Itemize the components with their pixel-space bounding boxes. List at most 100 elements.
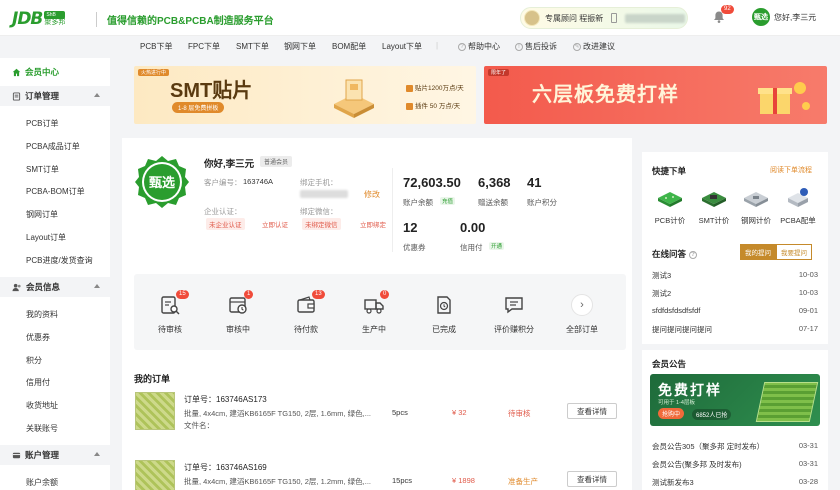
nav-fpc[interactable]: FPC下单 xyxy=(188,41,220,52)
qa-item[interactable]: 提问提问提问提问 07-17 xyxy=(652,324,818,335)
gift-balance-value: 6,368 xyxy=(478,175,511,190)
credit-activate-button[interactable]: 开通 xyxy=(489,242,505,250)
view-details-button[interactable]: 查看详情 xyxy=(567,471,617,487)
order-price: ¥ 32 xyxy=(452,408,467,417)
user-menu[interactable]: 甄选 您好,李三元 xyxy=(752,8,816,26)
view-details-button[interactable]: 查看详情 xyxy=(567,403,617,419)
phone-label: 绑定手机： xyxy=(300,178,338,187)
qa-item[interactable]: 测试2 10-03 xyxy=(652,288,818,299)
qa-tabs: 我的提问 我要提问 xyxy=(740,244,812,260)
quick-pcb-quote[interactable]: PCB计价 xyxy=(650,186,690,226)
sidebar-item-credit[interactable]: 信用付 xyxy=(26,377,50,388)
banner-tag: 限年了 xyxy=(488,69,510,76)
order-thumbnail[interactable] xyxy=(135,460,175,490)
sidebar-item-balance[interactable]: 账户余额 xyxy=(26,477,58,488)
logo-text: JDB xyxy=(12,9,43,29)
sidebar-item-pcba-orders[interactable]: PCBA成品订单 xyxy=(26,141,80,152)
nav-help[interactable]: ? 帮助中心 xyxy=(458,41,500,52)
status-all-orders[interactable]: › 全部订单 xyxy=(552,294,612,335)
status-pending-review[interactable]: 15 待审核 xyxy=(140,290,200,335)
nav-bom[interactable]: BOM配单 xyxy=(332,41,366,52)
main-nav: PCB下单 FPC下单 SMT下单 钢网下单 BOM配单 Layout下单 | … xyxy=(0,36,840,56)
nav-complaint[interactable]: ! 售后投诉 xyxy=(515,41,557,52)
order-thumbnail[interactable] xyxy=(135,392,175,430)
qa-question: 测试3 xyxy=(652,271,672,280)
customer-no: 163746A xyxy=(243,177,274,186)
modify-phone-link[interactable]: 修改 xyxy=(364,189,380,200)
qa-item[interactable]: 测试3 10-03 xyxy=(652,270,818,281)
announcement-item[interactable]: 会员公告305（聚多邦 定时发布） 03-31 xyxy=(652,441,818,452)
qa-date: 07-17 xyxy=(798,324,818,333)
notification-bell-icon[interactable]: 92 xyxy=(712,5,734,24)
status-completed[interactable]: 已完成 xyxy=(414,294,474,335)
sidebar-item-pcb-orders[interactable]: PCB订单 xyxy=(26,118,58,129)
enterprise-verify-link[interactable]: 立即认证 xyxy=(262,219,288,229)
wechat-bind-link[interactable]: 立即绑定 xyxy=(360,219,386,229)
tab-my-questions[interactable]: 我的提问 xyxy=(740,244,776,260)
banner-line-2: 插件 50 万点/天 xyxy=(406,100,460,110)
logo[interactable]: JDB ShB 聚多邦 xyxy=(12,9,66,29)
nav-help-label: 帮助中心 xyxy=(468,42,500,51)
banner-count: 6852人已抢 xyxy=(692,409,732,420)
quick-stencil-quote[interactable]: 钢网计价 xyxy=(736,186,776,226)
announcement-item[interactable]: 会员公告(聚多邦 及时发布) 03-31 xyxy=(652,459,818,470)
sidebar-item-stencil-orders[interactable]: 钢网订单 xyxy=(26,209,58,220)
announcement-text: 会员公告305（聚多邦 定时发布） xyxy=(652,442,765,451)
qa-question: sfdfdsfdsdfsfdf xyxy=(652,306,701,315)
nav-smt[interactable]: SMT下单 xyxy=(236,41,269,52)
qa-title: 在线问答? xyxy=(652,248,698,260)
status-review-points[interactable]: 评价赚积分 xyxy=(484,294,544,335)
sidebar-section-account[interactable]: 账户管理 xyxy=(0,445,110,465)
pcba-cart-icon xyxy=(788,188,808,207)
nav-pcb[interactable]: PCB下单 xyxy=(140,41,172,52)
order-status: 待审核 xyxy=(508,409,531,418)
sidebar-home[interactable]: 会员中心 xyxy=(12,66,59,78)
qa-question: 提问提问提问提问 xyxy=(652,325,712,334)
announcement-item[interactable]: 测试新发布3 03-28 xyxy=(652,477,818,488)
quick-smt-quote[interactable]: SMT计价 xyxy=(694,186,734,226)
nav-layout[interactable]: Layout下单 xyxy=(382,41,422,52)
sidebar-item-coupons[interactable]: 优惠券 xyxy=(26,332,50,343)
nav-suggest[interactable]: ✎ 改进建议 xyxy=(573,41,615,52)
sidebar-item-progress[interactable]: PCB进度/发货查询 xyxy=(26,255,93,266)
recharge-button[interactable]: 充值 xyxy=(440,197,456,205)
status-count-badge: 15 xyxy=(176,290,189,299)
sidebar-section-orders[interactable]: 订单管理 xyxy=(0,86,110,106)
status-pending-payment[interactable]: 13 待付款 xyxy=(276,290,336,335)
complaint-icon: ! xyxy=(515,42,523,51)
seal-text: 甄选 xyxy=(149,175,175,191)
banner-title: 六层板免费打样 xyxy=(532,84,679,106)
member-seal-icon: 甄选 xyxy=(135,156,189,208)
order-process-link[interactable]: 阅读下单流程 xyxy=(770,165,812,175)
sidebar-section-member[interactable]: 会员信息 xyxy=(0,277,110,297)
status-reviewing[interactable]: 1 审核中 xyxy=(208,290,268,335)
sidebar-item-profile[interactable]: 我的资料 xyxy=(26,309,58,320)
status-label: 已完成 xyxy=(432,325,456,334)
quick-label: 钢网计价 xyxy=(741,216,771,225)
free-sample-banner[interactable]: 免费打样 可用于 1-4层板 抢购中 6852人已抢 xyxy=(650,374,820,426)
chevron-up-icon xyxy=(94,284,100,288)
sidebar-item-layout-orders[interactable]: Layout订单 xyxy=(26,232,66,243)
suggest-icon: ✎ xyxy=(573,42,581,51)
six-layer-banner[interactable]: 限年了 六层板免费打样 xyxy=(484,66,827,124)
wechat-label: 绑定微信： xyxy=(300,207,338,216)
sidebar-item-address[interactable]: 收货地址 xyxy=(26,400,58,411)
sidebar-item-points[interactable]: 积分 xyxy=(26,355,42,366)
tab-ask-question[interactable]: 我要提问 xyxy=(776,244,812,260)
smt-banner[interactable]: 火热进行中 SMT贴片 1-8 层免费拼板 贴片1200万点/天 插件 50 万… xyxy=(134,66,476,124)
chevron-right-icon: › xyxy=(571,294,593,316)
slogan: 值得信赖的PCB&PCBA制造服务平台 xyxy=(96,12,274,27)
banner-hot-badge: 抢购中 xyxy=(658,408,685,419)
consultant-pill[interactable]: 专属顾问 程振新 xyxy=(520,7,688,29)
order-description: 批量, 4x4cm, 建滔KB6165F TG150, 2层, 1.6mm, 绿… xyxy=(184,409,372,418)
order-number: 订单号：163746AS173 xyxy=(184,395,267,404)
quick-pcba-bom[interactable]: PCBA配单 xyxy=(778,186,818,226)
nav-stencil[interactable]: 钢网下单 xyxy=(284,41,316,52)
sidebar-item-bom-orders[interactable]: PCBA-BOM订单 xyxy=(26,186,85,197)
sidebar-item-linked[interactable]: 关联账号 xyxy=(26,423,58,434)
status-label: 生产中 xyxy=(362,325,386,334)
status-in-production[interactable]: 0 生产中 xyxy=(344,290,404,335)
announcement-text: 会员公告(聚多邦 及时发布) xyxy=(652,460,742,469)
qa-item[interactable]: sfdfdsfdsdfsfdf 09-01 xyxy=(652,306,818,315)
sidebar-item-smt-orders[interactable]: SMT订单 xyxy=(26,164,59,175)
